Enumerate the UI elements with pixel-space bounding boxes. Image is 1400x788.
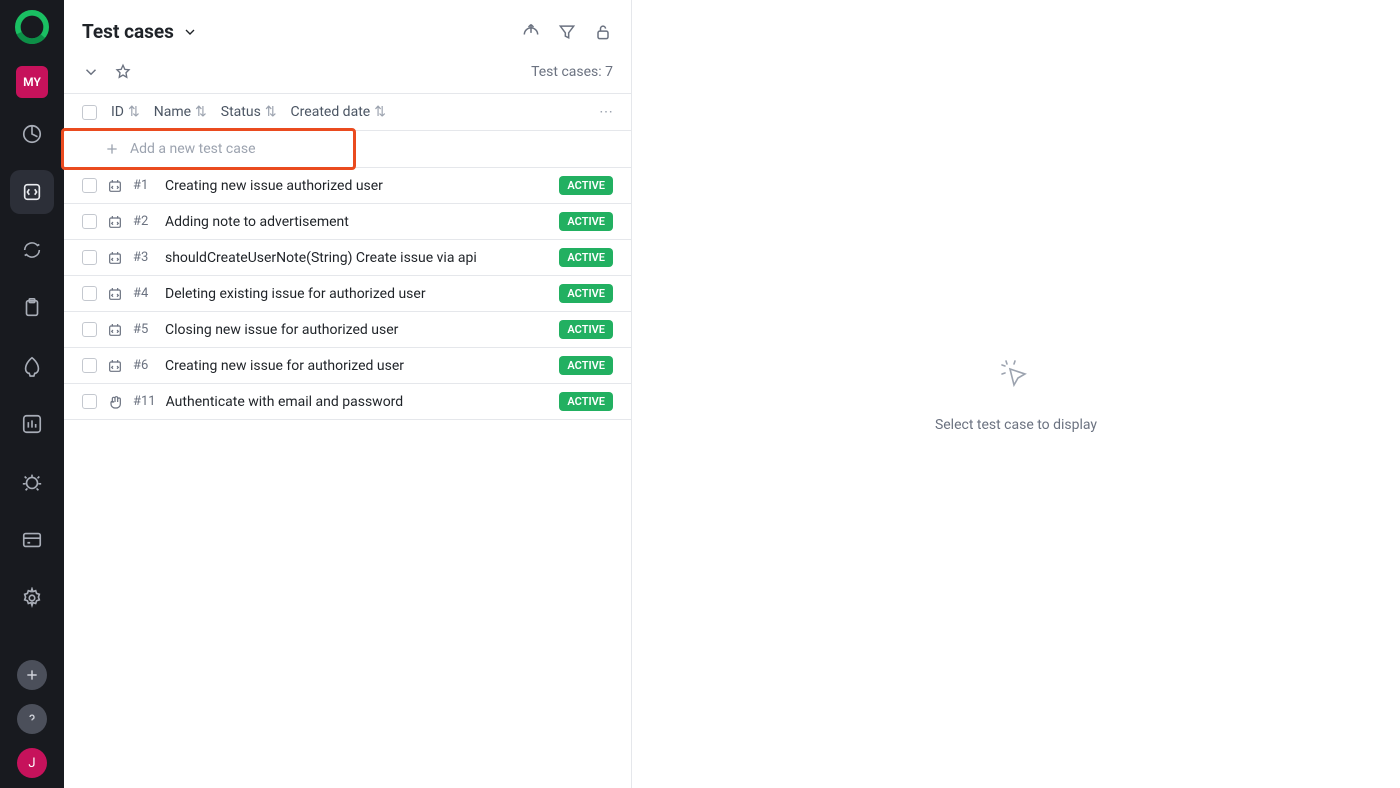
cursor-click-icon	[996, 355, 1036, 399]
row-name: Deleting existing issue for authorized u…	[165, 286, 549, 302]
nav-clipboard[interactable]	[10, 286, 54, 330]
add-test-case-label: Add a new test case	[130, 141, 256, 157]
row-id: #2	[133, 214, 155, 229]
automated-icon	[107, 214, 123, 230]
row-checkbox[interactable]	[82, 178, 97, 193]
lock-icon[interactable]	[593, 22, 613, 42]
filter-icon[interactable]	[557, 22, 577, 42]
nav-analytics[interactable]	[10, 402, 54, 446]
sort-icon: ⇅	[374, 104, 386, 120]
test-case-count: Test cases: 7	[531, 64, 613, 80]
left-nav-sidebar: MY	[0, 0, 64, 788]
status-badge: ACTIVE	[559, 212, 613, 231]
manual-icon	[107, 394, 123, 410]
status-badge: ACTIVE	[559, 320, 613, 339]
automated-icon	[107, 358, 123, 374]
status-badge: ACTIVE	[559, 248, 613, 267]
table-row[interactable]: #1 Creating new issue authorized user ACTI…	[64, 168, 631, 204]
column-name[interactable]: Name⇅	[154, 104, 207, 120]
status-badge: ACTIVE	[559, 176, 613, 195]
status-badge: ACTIVE	[559, 356, 613, 375]
nav-dashboard[interactable]	[10, 112, 54, 156]
nav-sync[interactable]	[10, 228, 54, 272]
automated-icon	[107, 286, 123, 302]
panel-header: Test cases	[64, 0, 631, 57]
status-badge: ACTIVE	[559, 284, 613, 303]
row-checkbox[interactable]	[82, 286, 97, 301]
row-name: Creating new issue for authorized user	[165, 358, 549, 374]
chevron-down-icon	[182, 24, 198, 40]
row-name: Authenticate with email and password	[166, 394, 550, 410]
select-all-checkbox[interactable]	[82, 105, 97, 120]
empty-state-text: Select test case to display	[935, 417, 1097, 433]
nav-defects[interactable]	[10, 460, 54, 504]
table-row[interactable]: #6 Creating new issue for authorized user…	[64, 348, 631, 384]
column-status[interactable]: Status⇅	[221, 104, 277, 120]
nav-test-cases[interactable]	[10, 170, 54, 214]
app-logo[interactable]	[15, 10, 49, 44]
collapse-all-icon[interactable]	[82, 63, 100, 81]
row-checkbox[interactable]	[82, 250, 97, 265]
row-name: shouldCreateUserNote(String) Create issu…	[165, 250, 549, 266]
columns-more-icon[interactable]: ⋯	[599, 104, 613, 120]
sort-icon: ⇅	[195, 104, 207, 120]
table-row[interactable]: #2 Adding note to advertisement ACTIVE	[64, 204, 631, 240]
add-test-case-button[interactable]: Add a new test case	[61, 128, 356, 170]
row-id: #11	[133, 394, 156, 409]
automated-icon	[107, 250, 123, 266]
automated-icon	[107, 322, 123, 338]
export-icon[interactable]	[521, 22, 541, 42]
automated-icon	[107, 178, 123, 194]
table-row[interactable]: #3 shouldCreateUserNote(String) Create is…	[64, 240, 631, 276]
row-checkbox[interactable]	[82, 358, 97, 373]
row-id: #5	[133, 322, 155, 337]
sort-icon: ⇅	[265, 104, 277, 120]
project-badge[interactable]: MY	[16, 66, 48, 98]
test-case-list-panel: Test cases Test cases: 7 ID⇅ Name⇅ Statu…	[64, 0, 632, 788]
sort-icon: ⇅	[128, 104, 140, 120]
detail-empty-panel: Select test case to display	[632, 0, 1400, 788]
test-case-rows: #1 Creating new issue authorized user ACTI…	[64, 168, 631, 420]
panel-subheader: Test cases: 7	[64, 57, 631, 93]
nav-launches[interactable]	[10, 344, 54, 388]
row-name: Creating new issue authorized user	[165, 178, 549, 194]
user-avatar[interactable]: J	[17, 748, 47, 778]
nav-settings[interactable]	[10, 576, 54, 620]
star-icon[interactable]	[114, 63, 132, 81]
row-id: #1	[133, 178, 155, 193]
column-id[interactable]: ID⇅	[111, 104, 140, 120]
row-id: #3	[133, 250, 155, 265]
page-title-text: Test cases	[82, 20, 174, 43]
row-id: #4	[133, 286, 155, 301]
plus-icon	[104, 141, 120, 157]
table-row[interactable]: #5 Closing new issue for authorized user A…	[64, 312, 631, 348]
row-checkbox[interactable]	[82, 214, 97, 229]
row-name: Adding note to advertisement	[165, 214, 549, 230]
help-button[interactable]	[17, 704, 47, 734]
row-checkbox[interactable]	[82, 394, 97, 409]
add-button[interactable]	[17, 660, 47, 690]
row-checkbox[interactable]	[82, 322, 97, 337]
row-id: #6	[133, 358, 155, 373]
table-row[interactable]: #4 Deleting existing issue for authorized…	[64, 276, 631, 312]
table-row[interactable]: #11 Authenticate with email and password A…	[64, 384, 631, 420]
column-created[interactable]: Created date⇅	[291, 104, 386, 120]
page-title[interactable]: Test cases	[82, 20, 198, 43]
status-badge: ACTIVE	[559, 392, 613, 411]
table-header: ID⇅ Name⇅ Status⇅ Created date⇅ ⋯	[64, 93, 631, 131]
row-name: Closing new issue for authorized user	[165, 322, 549, 338]
nav-integrations[interactable]	[10, 518, 54, 562]
